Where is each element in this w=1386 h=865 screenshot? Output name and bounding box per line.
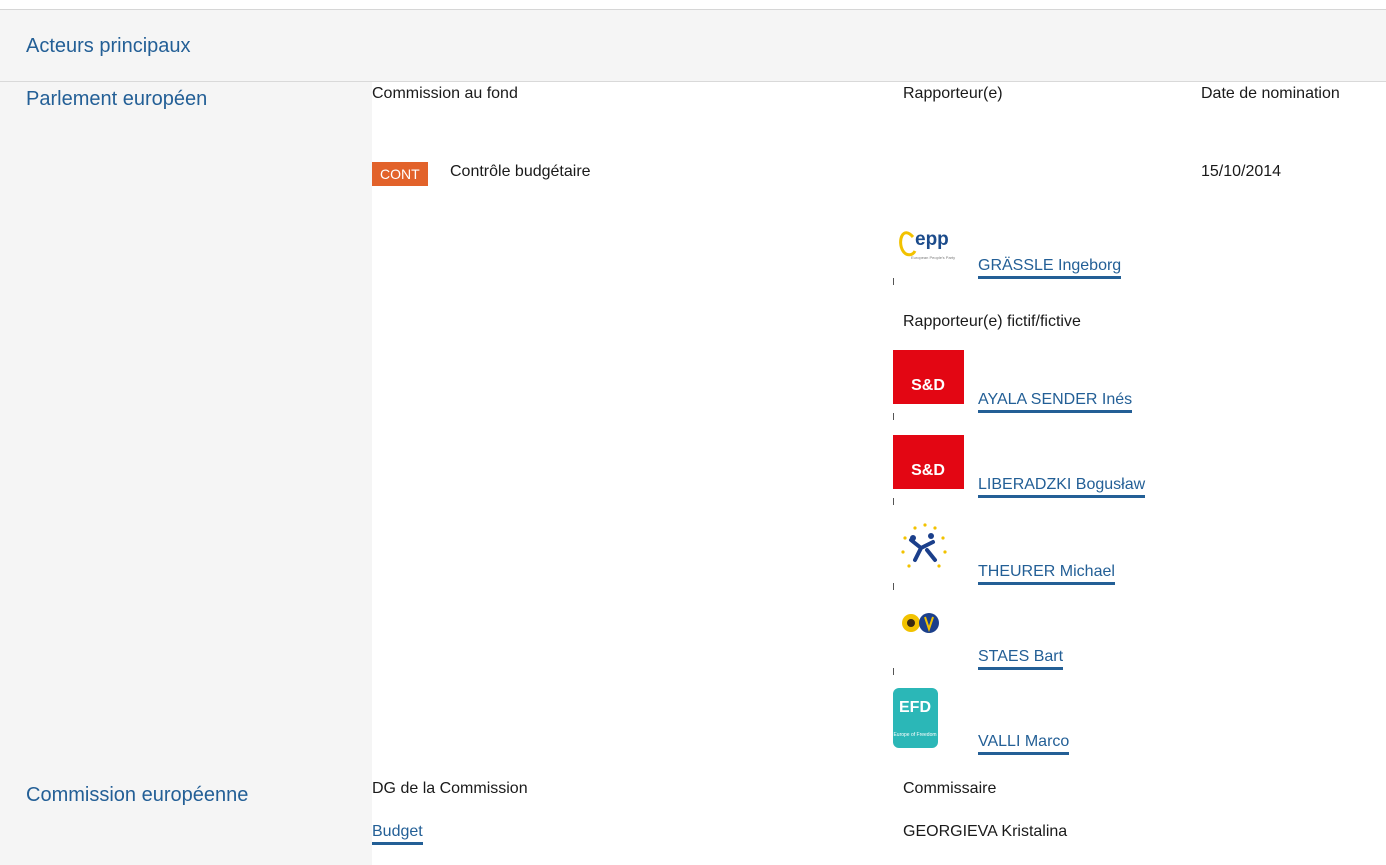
logo-tick [893,278,894,285]
greens-efa-logo-icon [893,605,964,659]
parliament-heading: Parlement européen [26,88,208,110]
commission-heading: Commission européenne [26,784,249,806]
commissioner-name: GEORGIEVA Kristalina [903,823,1068,840]
committee-column-header: Commission au fond [372,85,518,102]
svg-text:epp: epp [915,229,949,250]
date-column-header: Date de nomination [1201,85,1340,102]
logo-tick [893,668,894,675]
committee-name: Contrôle budgétaire [450,163,591,180]
svg-text:S&D: S&D [911,462,945,479]
shadow-rapporteur-label: Rapporteur(e) fictif/fictive [903,313,1081,330]
appointment-date: 15/10/2014 [1201,163,1282,180]
svg-text:European People's Party: European People's Party [911,255,955,260]
alde-logo-icon [893,520,964,574]
efd-logo-icon: EFD Europe of Freedom [893,688,964,748]
shadow-link-1[interactable]: AYALA SENDER Inés [978,391,1133,413]
shadow-link-5[interactable]: VALLI Marco [978,733,1070,755]
rapporteur-link[interactable]: GRÄSSLE Ingeborg [978,257,1122,279]
commissioner-column-header: Commissaire [903,780,997,797]
sd-logo-icon: S&D [893,350,964,404]
sd-logo-icon: S&D [893,435,964,489]
shadow-link-3[interactable]: THEURER Michael [978,563,1115,585]
logo-tick [893,413,894,420]
svg-text:Europe of Freedom: Europe of Freedom [893,732,936,738]
section-header: Acteurs principaux [0,10,1386,82]
actor-column-band [0,82,372,865]
svg-text:S&D: S&D [911,377,945,394]
shadow-link-2[interactable]: LIBERADZKI Bogusław [978,476,1146,498]
logo-tick [893,583,894,590]
section-title: Acteurs principaux [26,35,191,57]
dg-budget-link[interactable]: Budget [372,823,423,845]
committee-code-badge: CONT [372,162,428,186]
dg-column-header: DG de la Commission [372,780,528,797]
svg-text:EFD: EFD [899,699,931,716]
logo-tick [893,498,894,505]
epp-logo-icon: epp European People's Party [893,215,964,269]
shadow-link-4[interactable]: STAES Bart [978,648,1064,670]
rapporteur-column-header: Rapporteur(e) [903,85,1003,102]
